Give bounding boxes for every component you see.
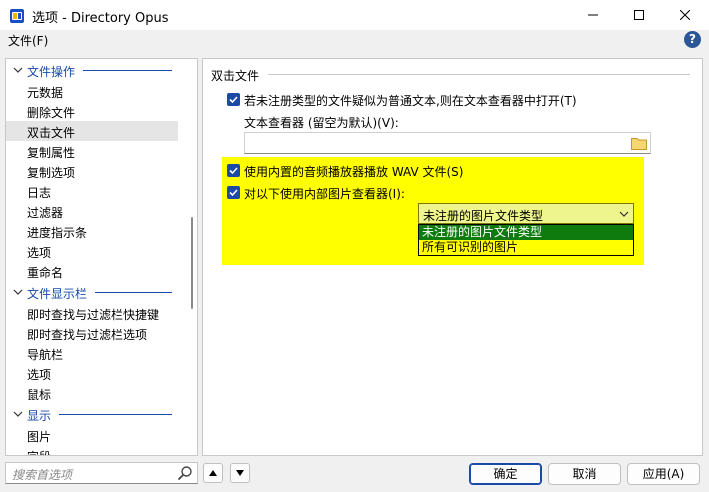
tree-item[interactable]: 元数据 <box>6 81 178 101</box>
folder-icon[interactable] <box>631 137 647 150</box>
chevron-down-icon[interactable] <box>13 409 23 419</box>
tree-item-label: 鼠标 <box>27 388 52 402</box>
text-viewer-label: 文本查看器 (留空为默认)(V): <box>244 116 399 130</box>
tree-item-label: 删除文件 <box>27 106 76 120</box>
tree-item-label: 双击文件 <box>27 126 76 140</box>
image-type-combo-value: 未注册的图片文件类型 <box>423 209 544 223</box>
category-divider <box>83 70 172 71</box>
title-bar: 选项 - Directory Opus <box>0 0 709 30</box>
tree-scrollbar-thumb[interactable] <box>191 217 193 309</box>
tree-item-label: 选项 <box>27 368 52 382</box>
menu-bar: 文件(F) <box>0 30 709 50</box>
dropdown-option-unregistered[interactable]: 未注册的图片文件类型 <box>419 225 633 240</box>
tree-item-label: 图片 <box>27 430 52 444</box>
dropdown-option-all-images[interactable]: 所有可识别的图片 <box>419 240 633 255</box>
chevron-down-icon[interactable] <box>13 65 23 75</box>
tree-item-label: 复制属性 <box>27 146 76 160</box>
image-type-combo[interactable]: 未注册的图片文件类型 <box>418 203 634 224</box>
checkbox-wav-label[interactable]: 使用内置的音频播放器播放 WAV 文件(S) <box>244 163 463 180</box>
maximize-icon <box>634 10 644 20</box>
checkbox-plaintext-label[interactable]: 若未注册类型的文件疑似为普通文本,则在文本查看器中打开(T) <box>244 92 577 109</box>
close-button[interactable] <box>662 0 708 30</box>
checkmark-icon <box>229 167 238 175</box>
cancel-button[interactable]: 取消 <box>548 463 621 485</box>
ok-button[interactable]: 确定 <box>469 463 542 485</box>
image-type-dropdown: 未注册的图片文件类型 所有可识别的图片 <box>418 224 634 256</box>
tree-item[interactable]: 即时查找与过滤栏选项 <box>6 323 178 343</box>
tree-item[interactable]: 图片 <box>6 425 178 445</box>
tree-item-label: 重命名 <box>27 266 64 280</box>
section-title: 双击文件 <box>211 69 260 83</box>
preferences-search-input[interactable]: 搜索首选项 <box>5 462 198 484</box>
minimize-button[interactable] <box>570 0 616 30</box>
move-up-button[interactable] <box>203 463 223 483</box>
checkbox-image-viewer-label[interactable]: 对以下使用内部图片查看器(I): <box>244 185 405 202</box>
section-divider <box>268 74 690 75</box>
category-divider <box>59 414 172 415</box>
search-placeholder: 搜索首选项 <box>12 468 73 482</box>
tree-item-label: 文件操作 <box>27 65 76 79</box>
tree-item[interactable]: 鼠标 <box>6 383 178 403</box>
tree-item[interactable]: 复制选项 <box>6 161 178 181</box>
tree-item-label: 即时查找与过滤栏选项 <box>27 328 148 342</box>
chevron-down-icon[interactable] <box>13 287 23 297</box>
tree-item[interactable]: 过滤器 <box>6 201 178 221</box>
tree-item[interactable]: 重命名 <box>6 261 178 281</box>
tree-category[interactable]: 文件显示栏 <box>6 282 178 302</box>
tree-category[interactable]: 显示 <box>6 404 178 424</box>
directory-opus-icon <box>10 9 24 23</box>
tree-item[interactable]: 删除文件 <box>6 101 178 121</box>
tree-item[interactable]: 复制属性 <box>6 141 178 161</box>
tree-item[interactable]: 选项 <box>6 241 178 261</box>
minimize-icon <box>588 14 598 16</box>
checkbox-plaintext[interactable] <box>227 93 240 106</box>
tree-item-label: 复制选项 <box>27 166 76 180</box>
tree-item[interactable]: 导航栏 <box>6 343 178 363</box>
triangle-down-icon <box>236 470 244 476</box>
tree-item-label: 文件显示栏 <box>27 287 88 301</box>
search-icon[interactable] <box>177 465 193 481</box>
menu-file[interactable]: 文件(F) <box>8 32 48 49</box>
close-icon <box>680 10 690 20</box>
tree-item[interactable]: 日志 <box>6 181 178 201</box>
tree-item-label: 选项 <box>27 246 52 260</box>
tree-item[interactable]: 选项 <box>6 363 178 383</box>
tree-item-label: 元数据 <box>27 86 64 100</box>
tree-item[interactable]: 字段 <box>6 445 178 455</box>
tree-item-label: 日志 <box>27 186 52 200</box>
window-title: 选项 - Directory Opus <box>32 11 169 26</box>
checkbox-image-viewer[interactable] <box>227 186 240 199</box>
chevron-down-icon <box>619 211 629 217</box>
help-icon[interactable]: ? <box>684 31 701 48</box>
checkbox-wav[interactable] <box>227 164 240 177</box>
tree-item-label: 即时查找与过滤栏快捷键 <box>27 308 160 322</box>
tree-item-label: 导航栏 <box>27 348 64 362</box>
tree-item-label: 进度指示条 <box>27 226 88 240</box>
options-tree: 文件操作 元数据 删除文件 双击文件 复制属性 复制选项 日志 过滤器 进度指示条 选项 重命名 文件… <box>5 58 198 456</box>
tree-item-label: 字段 <box>27 448 51 455</box>
checkmark-icon <box>229 96 238 104</box>
tree-item[interactable]: 进度指示条 <box>6 221 178 241</box>
move-down-button[interactable] <box>230 463 250 483</box>
tree-item-label: 显示 <box>27 409 52 423</box>
checkmark-icon <box>229 189 238 197</box>
tree-item[interactable]: 双击文件 <box>6 121 178 141</box>
tree-category[interactable]: 文件操作 <box>6 60 178 80</box>
maximize-button[interactable] <box>616 0 662 30</box>
tree-item[interactable]: 即时查找与过滤栏快捷键 <box>6 303 178 323</box>
text-viewer-input[interactable] <box>244 132 651 154</box>
apply-button[interactable]: 应用(A) <box>627 463 700 485</box>
triangle-up-icon <box>209 470 217 476</box>
tree-item-label: 过滤器 <box>27 206 64 220</box>
category-divider <box>95 292 172 293</box>
